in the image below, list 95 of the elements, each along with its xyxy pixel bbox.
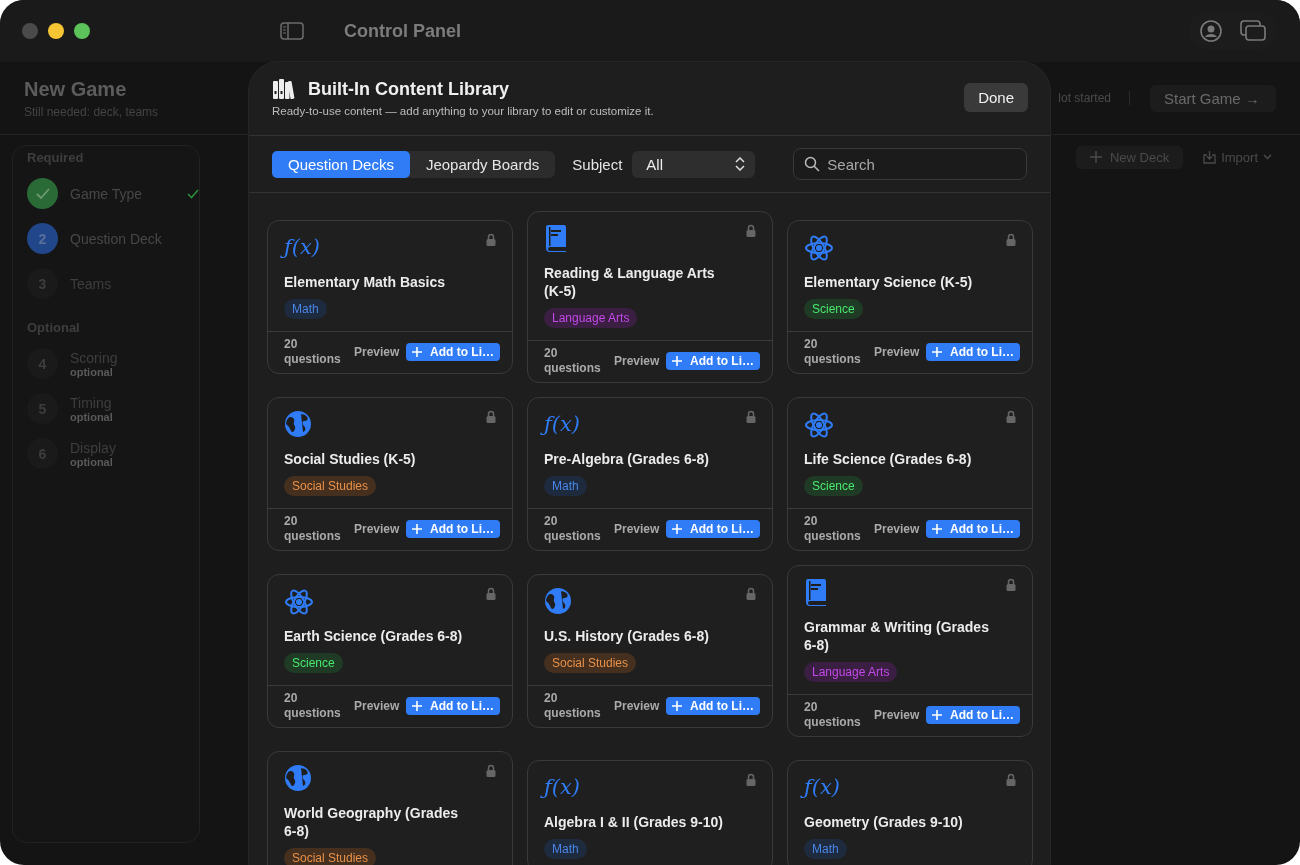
question-count: 20 questions <box>544 346 602 376</box>
atom-icon <box>804 233 834 263</box>
updown-icon <box>735 157 746 171</box>
subject-tag: Social Studies <box>284 848 377 865</box>
add-to-library-button[interactable]: Add to Li… <box>666 352 760 370</box>
maximize-window-button[interactable] <box>74 23 90 39</box>
deck-title: Geometry (Grades 9-10) <box>804 813 964 831</box>
add-to-library-button[interactable]: Add to Li… <box>666 520 760 538</box>
subject-tag: Math <box>544 839 587 859</box>
subject-tag: Social Studies <box>544 653 637 673</box>
plus-icon <box>932 347 942 357</box>
globe-icon <box>284 410 312 438</box>
step-note: optional <box>70 365 113 378</box>
question-count: 20 questions <box>284 514 342 544</box>
plus-icon <box>672 701 682 711</box>
minimize-window-button[interactable] <box>48 23 64 39</box>
import-icon <box>1203 150 1217 164</box>
add-to-library-button[interactable]: Add to Li… <box>406 520 500 538</box>
question-count: 20 questions <box>284 337 342 367</box>
deck-title: Grammar & Writing (Grades 6-8) <box>804 618 990 654</box>
deck-title: U.S. History (Grades 6-8) <box>544 627 710 645</box>
deck-title: Elementary Science (K-5) <box>804 273 974 291</box>
add-to-library-button[interactable]: Add to Li… <box>406 697 500 715</box>
subject-dropdown[interactable]: All <box>632 150 756 178</box>
subject-tag: Science <box>804 476 863 496</box>
subject-tag: Science <box>804 299 863 319</box>
deck-title: Reading & Language Arts (K-5) <box>544 264 716 300</box>
question-count: 20 questions <box>804 514 862 544</box>
preview-link[interactable]: Preview <box>354 345 400 359</box>
preview-link[interactable]: Preview <box>354 699 400 713</box>
preview-link[interactable]: Preview <box>874 708 920 722</box>
preview-link[interactable]: Preview <box>614 699 660 713</box>
subject-tag: Science <box>284 653 343 673</box>
sidebar-toggle-icon[interactable] <box>280 22 304 40</box>
plus-icon <box>412 347 422 357</box>
subject-label: Subject <box>572 155 623 173</box>
plus-icon <box>932 710 942 720</box>
book-icon <box>544 224 568 252</box>
windows-icon[interactable] <box>1240 20 1266 42</box>
dialog-title: Built-In Content Library <box>308 78 509 100</box>
preview-link[interactable]: Preview <box>874 522 920 536</box>
deck-title: World Geography (Grades 6-8) <box>284 804 459 840</box>
deck-title: Algebra I & II (Grades 9-10) <box>544 813 724 831</box>
step-marker: 2 <box>27 223 58 254</box>
question-count: 20 questions <box>544 691 602 721</box>
plus-icon <box>1089 151 1102 163</box>
plus-icon <box>412 524 422 534</box>
search-field[interactable]: Search <box>793 148 1028 180</box>
subject-tag: Language Arts <box>804 662 898 682</box>
deck-title: Life Science (Grades 6-8) <box>804 450 973 468</box>
tab[interactable]: Question Decks <box>272 150 410 178</box>
preview-link[interactable]: Preview <box>614 522 660 536</box>
subject-tag: Math <box>804 839 847 859</box>
window-title: Control Panel <box>344 20 462 42</box>
deck-title: Earth Science (Grades 6-8) <box>284 627 464 645</box>
question-count: 20 questions <box>284 691 342 721</box>
atom-icon <box>284 587 314 617</box>
add-to-library-button[interactable]: Add to Li… <box>406 343 500 361</box>
book-icon <box>804 578 828 606</box>
plus-icon <box>412 701 422 711</box>
question-count: 20 questions <box>804 700 862 730</box>
check-icon <box>35 187 50 200</box>
globe-icon <box>544 587 572 615</box>
deck-title: Elementary Math Basics <box>284 273 447 291</box>
page-title: New Game <box>24 77 127 101</box>
subject-tag: Social Studies <box>284 476 377 496</box>
subject-tag: Math <box>284 299 327 319</box>
question-count: 20 questions <box>804 337 862 367</box>
tab[interactable]: Jeopardy Boards <box>409 150 556 178</box>
add-to-library-button[interactable]: Add to Li… <box>666 697 760 715</box>
add-to-library-button[interactable]: Add to Li… <box>926 520 1020 538</box>
preview-link[interactable]: Preview <box>874 345 920 359</box>
deck-title: Social Studies (K-5) <box>284 450 417 468</box>
chevron-icon <box>1263 154 1272 160</box>
plus-icon <box>932 524 942 534</box>
search-icon <box>804 156 821 172</box>
question-count: 20 questions <box>544 514 602 544</box>
account-icon[interactable] <box>1200 20 1222 42</box>
subject-tag: Language Arts <box>544 308 638 328</box>
step-note: optional <box>70 455 113 468</box>
deck-title: Pre-Algebra (Grades 6-8) <box>544 450 710 468</box>
preview-link[interactable]: Preview <box>354 522 400 536</box>
dialog-subtitle: Ready-to-use content — add anything to your library to edit or customize it. <box>272 105 655 117</box>
plus-icon <box>672 524 682 534</box>
atom-icon <box>804 410 834 440</box>
done-button[interactable]: Done <box>964 83 1028 112</box>
globe-icon <box>284 764 312 792</box>
plus-icon <box>672 356 682 366</box>
preview-link[interactable]: Preview <box>614 354 660 368</box>
subject-tag: Math <box>544 476 587 496</box>
books-icon <box>272 78 296 100</box>
add-to-library-button[interactable]: Add to Li… <box>926 343 1020 361</box>
check-icon <box>186 188 199 199</box>
step-note: optional <box>70 410 113 423</box>
add-to-library-button[interactable]: Add to Li… <box>926 706 1020 724</box>
